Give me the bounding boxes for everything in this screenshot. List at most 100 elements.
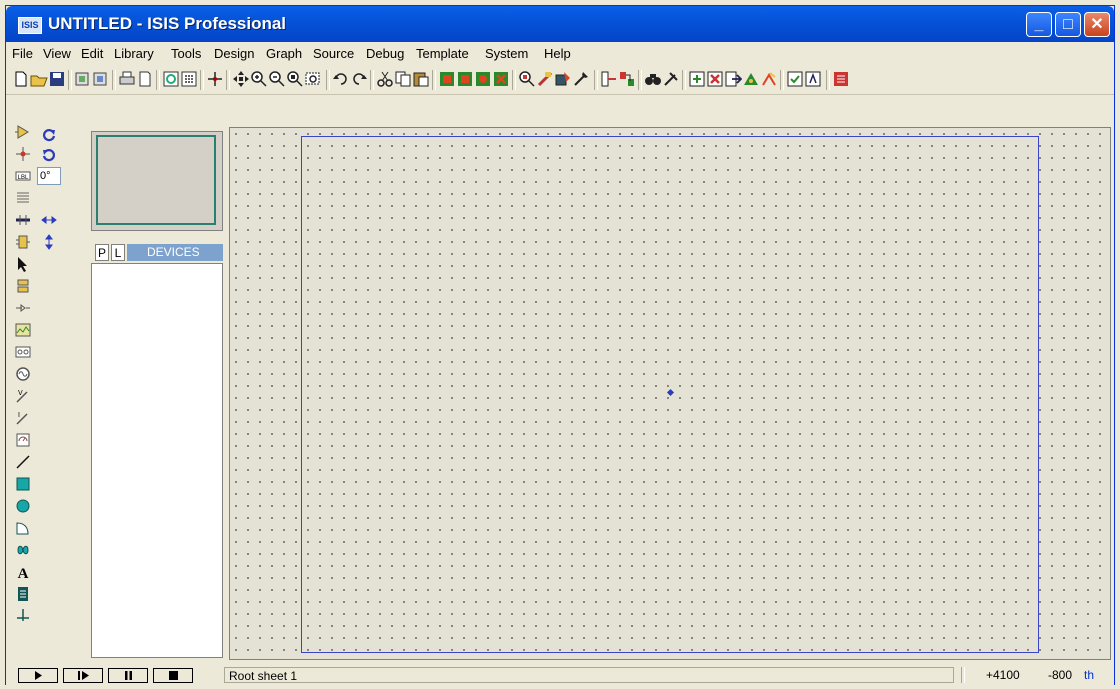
undo-icon[interactable] bbox=[332, 70, 350, 88]
device-pin-icon[interactable] bbox=[15, 300, 31, 316]
block-rotate-icon[interactable] bbox=[474, 70, 492, 88]
minimize-button[interactable]: _ bbox=[1026, 12, 1052, 37]
close-button[interactable]: ✕ bbox=[1084, 12, 1110, 37]
current-probe-icon[interactable]: I bbox=[15, 410, 31, 426]
library-manager-button[interactable]: L bbox=[111, 244, 125, 261]
rotation-angle-field[interactable]: 0° bbox=[37, 167, 61, 185]
mirror-vertical-icon[interactable] bbox=[41, 234, 57, 250]
virtual-instrument-icon[interactable] bbox=[15, 432, 31, 448]
rotate-cw-icon[interactable] bbox=[41, 126, 57, 142]
text-script-icon[interactable] bbox=[15, 190, 31, 206]
block-move-icon[interactable] bbox=[456, 70, 474, 88]
zoom-area-icon[interactable] bbox=[304, 70, 322, 88]
erc-icon[interactable] bbox=[786, 70, 804, 88]
import-icon[interactable] bbox=[74, 70, 92, 88]
decompose-icon[interactable] bbox=[572, 70, 590, 88]
marker-icon[interactable] bbox=[15, 608, 31, 624]
bus-icon[interactable] bbox=[15, 212, 31, 228]
pick-device-icon[interactable] bbox=[518, 70, 536, 88]
paste-icon[interactable] bbox=[412, 70, 430, 88]
grid-icon[interactable] bbox=[180, 70, 198, 88]
pan-icon[interactable] bbox=[232, 70, 250, 88]
menu-debug[interactable]: Debug bbox=[366, 46, 404, 61]
save-icon[interactable] bbox=[48, 70, 66, 88]
property-tool-icon[interactable] bbox=[662, 70, 680, 88]
component-mode-icon[interactable] bbox=[15, 124, 31, 140]
print-icon[interactable] bbox=[118, 70, 136, 88]
refresh-icon[interactable] bbox=[162, 70, 180, 88]
block-copy-icon[interactable] bbox=[438, 70, 456, 88]
maximize-button[interactable]: □ bbox=[1055, 12, 1081, 37]
origin-icon[interactable] bbox=[206, 70, 224, 88]
ares-icon[interactable] bbox=[804, 70, 822, 88]
menu-view[interactable]: View bbox=[43, 46, 71, 61]
menu-design[interactable]: Design bbox=[214, 46, 254, 61]
menu-template[interactable]: Template bbox=[416, 46, 469, 61]
page-icon[interactable] bbox=[136, 70, 154, 88]
overview-window[interactable] bbox=[91, 131, 223, 231]
packaging-icon[interactable] bbox=[554, 70, 572, 88]
step-button[interactable] bbox=[63, 668, 103, 683]
symbol-icon[interactable] bbox=[15, 586, 31, 602]
design-explorer-icon[interactable] bbox=[832, 70, 850, 88]
app-window: ISIS UNTITLED - ISIS Professional _ □ ✕ … bbox=[5, 5, 1115, 686]
new-icon[interactable] bbox=[12, 70, 30, 88]
pause-button[interactable] bbox=[108, 668, 148, 683]
zoom-out-icon[interactable] bbox=[268, 70, 286, 88]
block-delete-icon[interactable] bbox=[492, 70, 510, 88]
redo-icon[interactable] bbox=[350, 70, 368, 88]
zoom-in-icon[interactable] bbox=[250, 70, 268, 88]
path-icon[interactable] bbox=[15, 542, 31, 558]
menu-graph[interactable]: Graph bbox=[266, 46, 302, 61]
stop-button[interactable] bbox=[153, 668, 193, 683]
menu-tools[interactable]: Tools bbox=[171, 46, 201, 61]
generator-icon[interactable] bbox=[15, 366, 31, 382]
menu-bar: File View Edit Library Tools Design Grap… bbox=[6, 42, 1114, 64]
svg-text:I: I bbox=[18, 412, 20, 419]
menu-edit[interactable]: Edit bbox=[81, 46, 103, 61]
play-button[interactable] bbox=[18, 668, 58, 683]
graph-icon[interactable] bbox=[15, 322, 31, 338]
title-bar[interactable]: ISIS UNTITLED - ISIS Professional _ □ ✕ bbox=[6, 6, 1114, 42]
current-sheet-label: Root sheet 1 bbox=[224, 667, 954, 683]
terminal-icon[interactable] bbox=[15, 278, 31, 294]
netlist-icon[interactable] bbox=[742, 70, 760, 88]
pick-devices-button[interactable]: P bbox=[95, 244, 109, 261]
subcircuit-icon[interactable] bbox=[15, 234, 31, 250]
search-tag-icon[interactable] bbox=[618, 70, 636, 88]
wire-label-icon[interactable]: LBL bbox=[15, 168, 31, 184]
schematic-editing-window[interactable] bbox=[229, 127, 1111, 660]
menu-system[interactable]: System bbox=[485, 46, 528, 61]
rotate-ccw-icon[interactable] bbox=[41, 146, 57, 162]
devices-list[interactable] bbox=[91, 263, 223, 658]
wire-autoroute-icon[interactable] bbox=[600, 70, 618, 88]
menu-library[interactable]: Library bbox=[114, 46, 154, 61]
circle-icon[interactable] bbox=[15, 498, 31, 514]
find-icon[interactable] bbox=[644, 70, 662, 88]
copy-icon[interactable] bbox=[394, 70, 412, 88]
bom-icon[interactable] bbox=[760, 70, 778, 88]
open-icon[interactable] bbox=[30, 70, 48, 88]
exit-to-parent-icon[interactable] bbox=[724, 70, 742, 88]
tape-recorder-icon[interactable] bbox=[15, 344, 31, 360]
menu-file[interactable]: File bbox=[12, 46, 33, 61]
remove-sheet-icon[interactable] bbox=[706, 70, 724, 88]
box-icon[interactable] bbox=[15, 476, 31, 492]
export-icon[interactable] bbox=[92, 70, 110, 88]
menu-source[interactable]: Source bbox=[313, 46, 354, 61]
voltage-probe-icon[interactable]: V bbox=[15, 388, 31, 404]
units-toggle[interactable]: th bbox=[1084, 668, 1094, 682]
zoom-all-icon[interactable] bbox=[286, 70, 304, 88]
selection-icon[interactable] bbox=[15, 256, 31, 272]
make-device-icon[interactable] bbox=[536, 70, 554, 88]
line-icon[interactable] bbox=[15, 454, 31, 470]
mirror-horizontal-icon[interactable] bbox=[41, 212, 57, 228]
svg-text:V: V bbox=[18, 390, 23, 397]
text-icon[interactable]: A bbox=[15, 564, 31, 580]
new-sheet-icon[interactable] bbox=[688, 70, 706, 88]
junction-icon[interactable] bbox=[15, 146, 31, 162]
arc-icon[interactable] bbox=[15, 520, 31, 536]
cut-icon[interactable] bbox=[376, 70, 394, 88]
menu-help[interactable]: Help bbox=[544, 46, 571, 61]
svg-text:A: A bbox=[18, 566, 29, 580]
